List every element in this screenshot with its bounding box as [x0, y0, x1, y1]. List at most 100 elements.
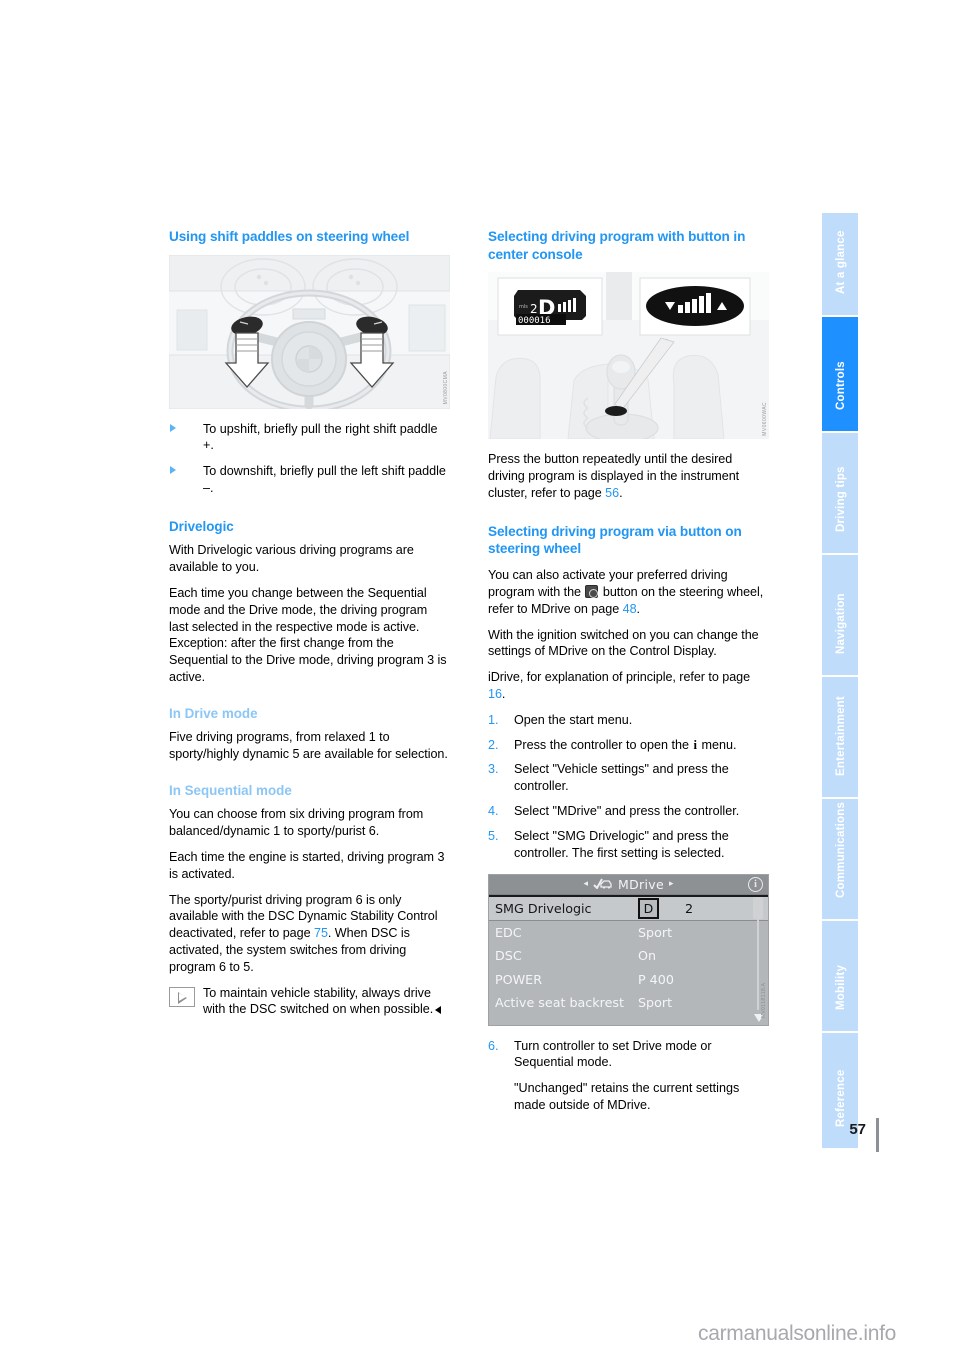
- note-end-marker-icon: [435, 1006, 442, 1015]
- row-value: Sport: [638, 995, 673, 1011]
- list-item-text: To upshift, briefly pull the right shift…: [203, 421, 438, 453]
- sidebar-tab-communications[interactable]: Communications: [822, 797, 858, 919]
- sw-text-part-3: .: [636, 601, 641, 616]
- note-triangle-icon: [169, 986, 195, 1007]
- page-reference-link[interactable]: 48: [623, 602, 637, 616]
- step-text: Select "SMG Drivelogic" and press the co…: [514, 828, 729, 860]
- mdrive-steps-list: 1. Open the start menu. 2. Press the con…: [488, 712, 769, 862]
- manual-page: At a glance Controls Driving tips Naviga…: [0, 0, 960, 1358]
- idrive-row-smg-drivelogic[interactable]: SMG Drivelogic D 2: [489, 894, 768, 921]
- sidebar-tab-navigation[interactable]: Navigation: [822, 553, 858, 675]
- intro-text-part-2: .: [619, 485, 623, 500]
- step-text: Turn controller to set Drive mode or Seq…: [514, 1038, 712, 1070]
- chevron-right-icon[interactable]: ▸: [669, 879, 674, 889]
- step-text-secondary: "Unchanged" retains the current settings…: [514, 1081, 740, 1112]
- steering-wheel-paragraph-1: You can also activate your preferred dri…: [488, 567, 769, 617]
- sequential-mode-heading: In Sequential mode: [169, 782, 292, 798]
- right-column: Selecting driving program with button in…: [488, 228, 769, 1122]
- svg-text:000016: 000016: [518, 316, 551, 326]
- idrive-row-edc[interactable]: EDC Sport: [489, 921, 768, 945]
- dsc-note-block: To maintain vehicle stability, always dr…: [169, 985, 450, 1019]
- step-number: 5.: [488, 828, 499, 843]
- page-edge-marker: [876, 1118, 879, 1152]
- sidebar-tab-label: Entertainment: [834, 695, 847, 776]
- list-item: To downshift, briefly pull the left shif…: [169, 463, 450, 497]
- row-label: SMG Drivelogic: [495, 900, 592, 916]
- list-item: 6. Turn controller to set Drive mode or …: [488, 1038, 769, 1114]
- scrollbar-thumb[interactable]: [753, 896, 763, 919]
- idrive-paragraph: iDrive, for explanation of principle, re…: [488, 669, 769, 703]
- sidebar-tab-controls[interactable]: Controls: [822, 315, 858, 431]
- left-column: Using shift paddles on steering wheel MV…: [169, 228, 450, 1018]
- shift-paddle-bullet-list: To upshift, briefly pull the right shift…: [169, 421, 450, 497]
- step-number: 3.: [488, 762, 499, 777]
- left-column-heading: Using shift paddles on steering wheel: [169, 229, 410, 244]
- list-item: 1. Open the start menu.: [488, 712, 769, 729]
- sidebar-tab-label: Driving tips: [834, 465, 847, 532]
- step-text: Press the controller to open the i menu.: [514, 737, 769, 754]
- section-tab-strip: At a glance Controls Driving tips Naviga…: [822, 213, 858, 1148]
- row-label: EDC: [495, 924, 522, 940]
- page-reference-link[interactable]: 75: [314, 926, 328, 940]
- sequential-mode-paragraph-1: You can choose from six driving program …: [169, 807, 424, 839]
- drive-mode-heading: In Drive mode: [169, 705, 258, 721]
- triangle-bullet-icon: [170, 466, 176, 475]
- sidebar-tab-entertainment[interactable]: Entertainment: [822, 675, 858, 797]
- info-icon[interactable]: i: [748, 876, 763, 892]
- step-text-part-1: Press the controller to open the: [514, 737, 693, 752]
- figure-code: MV0118118.A: [761, 983, 767, 1019]
- sidebar-tab-label: Communications: [834, 801, 847, 898]
- list-item: 3. Select "Vehicle settings" and press t…: [488, 761, 769, 795]
- drive-mode-paragraph: Five driving programs, from relaxed 1 to…: [169, 730, 448, 762]
- list-item: 2. Press the controller to open the i me…: [488, 737, 769, 754]
- drivelogic-heading: Drivelogic: [169, 518, 234, 534]
- row-program-value: 2: [685, 900, 694, 916]
- step-text-part-2: menu.: [698, 737, 737, 752]
- drivelogic-paragraph-1: With Drivelogic various driving programs…: [169, 543, 414, 575]
- row-value: P 400: [638, 971, 674, 987]
- sidebar-tab-label: Controls: [834, 360, 847, 410]
- row-value: Sport: [638, 924, 673, 940]
- figure-code: MV0800CMA: [443, 371, 449, 405]
- vehicle-check-glyph: [593, 878, 612, 890]
- console-intro-paragraph: Press the button repeatedly until the de…: [488, 451, 769, 501]
- sidebar-tab-label: Navigation: [834, 592, 847, 654]
- step-number: 4.: [488, 804, 499, 819]
- sidebar-tab-driving-tips[interactable]: Driving tips: [822, 431, 858, 553]
- idrive-row-dsc[interactable]: DSC On: [489, 944, 768, 968]
- figure-code: MV0600WAC: [762, 401, 768, 436]
- svg-text:mls: mls: [519, 304, 528, 310]
- idrive-setting-rows: SMG Drivelogic D 2 EDC Sport DSC On POWE…: [489, 894, 768, 1015]
- note-text: To maintain vehicle stability, always dr…: [203, 985, 434, 1017]
- idrive-row-active-seat-backrest[interactable]: Active seat backrest Sport: [489, 991, 768, 1015]
- step-text: Select "MDrive" and press the controller…: [514, 804, 740, 819]
- page-number: 57: [849, 1121, 866, 1138]
- step-number: 1.: [488, 712, 499, 727]
- row-mode-box[interactable]: D: [638, 897, 659, 919]
- idrive-text-part-1: iDrive, for explanation of principle, re…: [488, 670, 751, 685]
- chevron-left-icon[interactable]: ◂: [584, 879, 589, 889]
- idrive-screen-title: MDrive: [618, 876, 664, 892]
- page-reference-link[interactable]: 56: [605, 486, 619, 500]
- step-text: Select "Vehicle settings" and press the …: [514, 762, 729, 794]
- idrive-row-power[interactable]: POWER P 400: [489, 968, 768, 992]
- sequential-mode-dsc-paragraph: The sporty/purist driving program 6 is o…: [169, 892, 450, 976]
- idrive-title-bar: ◂ MDrive ▸ i: [489, 874, 768, 895]
- row-label: POWER: [495, 971, 543, 987]
- sidebar-tab-mobility[interactable]: Mobility: [822, 919, 858, 1031]
- idrive-text-part-2: .: [501, 687, 506, 701]
- steering-wheel-paragraph-2: With the ignition switched on you can ch…: [488, 627, 759, 659]
- step-number: 2.: [488, 737, 499, 752]
- figure-steering-wheel-paddles: MV0800CMA: [169, 254, 450, 409]
- list-item: To upshift, briefly pull the right shift…: [169, 421, 450, 455]
- figure-center-console-button: 2 D mls 000016 MV0600WAC: [488, 272, 769, 440]
- center-console-illustration: 2 D mls 000016: [488, 272, 769, 440]
- drivelogic-paragraph-2: Each time you change between the Sequent…: [169, 585, 447, 685]
- mdrive-button-icon: [585, 584, 599, 598]
- step-text: Open the start menu.: [514, 712, 633, 727]
- sidebar-tab-at-a-glance[interactable]: At a glance: [822, 213, 858, 315]
- row-label: Active seat backrest: [495, 995, 624, 1011]
- page-reference-link[interactable]: 16: [488, 687, 502, 701]
- vehicle-check-icon: [593, 877, 613, 892]
- mdrive-steps-list-continued: 6. Turn controller to set Drive mode or …: [488, 1038, 769, 1114]
